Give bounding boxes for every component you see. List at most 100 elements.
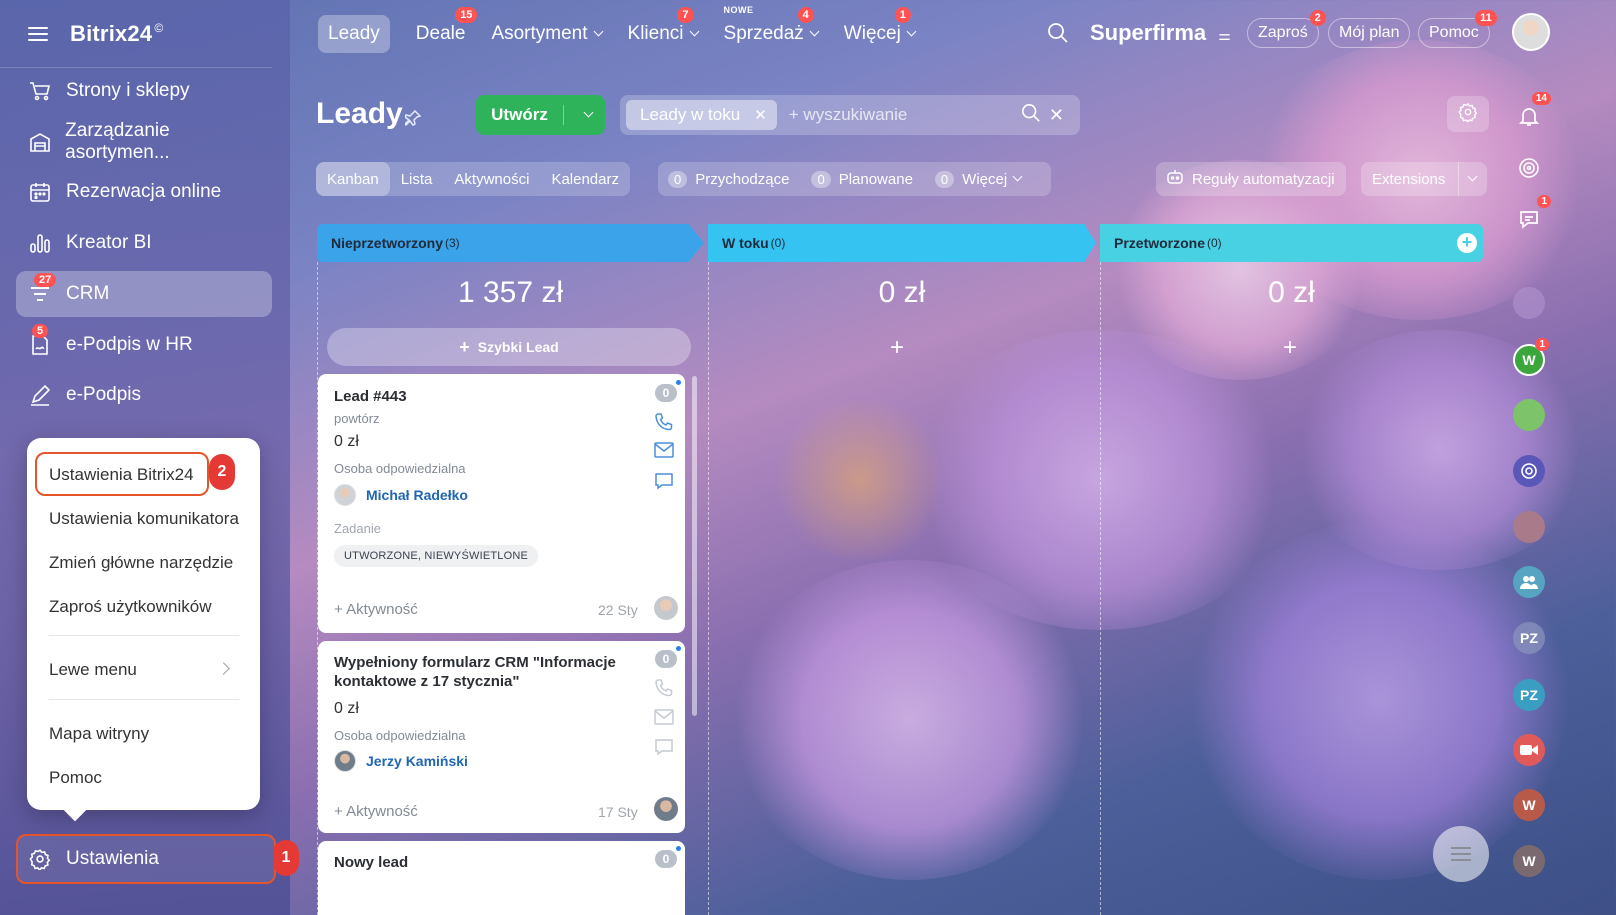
create-dropdown-toggle[interactable] xyxy=(564,107,605,118)
column-header-in-progress[interactable]: W toku (0) xyxy=(708,224,1096,262)
menu-item-site-map[interactable]: Mapa witryny xyxy=(49,724,149,744)
chat-icon[interactable] xyxy=(654,738,676,760)
sidebar-item-esign[interactable]: e-Podpis xyxy=(16,372,272,418)
nav-tab-leads[interactable]: Leady xyxy=(318,15,390,53)
search-input[interactable]: + wyszukiwanie xyxy=(789,105,1021,125)
view-tab-calendar[interactable]: Kalendarz xyxy=(540,162,630,196)
nav-tab-deals[interactable]: Deale 15 xyxy=(416,7,478,45)
chat-bubble-icon[interactable]: 1 xyxy=(1513,195,1551,235)
funnel-icon: 27 xyxy=(28,273,57,306)
my-plan-button[interactable]: Mój plan xyxy=(1328,18,1411,48)
mail-icon[interactable] xyxy=(654,442,676,464)
page-settings-button[interactable] xyxy=(1447,96,1489,132)
invite-button[interactable]: Zaproś 2 xyxy=(1247,10,1326,48)
nav-tab-clients[interactable]: Klienci 7 xyxy=(628,7,699,45)
channel-icon[interactable] xyxy=(1513,455,1545,487)
view-tab-list[interactable]: Lista xyxy=(390,162,444,196)
column-header-unprocessed[interactable]: Nieprzetworzony (3) xyxy=(317,224,704,262)
chat-badge: 1 xyxy=(1537,195,1551,208)
view-tab-kanban[interactable]: Kanban xyxy=(316,162,390,196)
search-icon[interactable] xyxy=(1047,22,1069,49)
contact-avatar[interactable]: PZ xyxy=(1513,622,1545,654)
menu-item-help[interactable]: Pomoc xyxy=(49,768,102,788)
avatar[interactable] xyxy=(654,596,678,620)
company-name[interactable]: Superfirma ⚌ xyxy=(1090,20,1231,46)
bell-icon[interactable]: 14 xyxy=(1513,92,1551,132)
add-item-plus-icon[interactable]: + xyxy=(890,334,904,362)
lead-title[interactable]: Wypełniony formularz CRM "Informacje kon… xyxy=(334,653,634,691)
sidebar-item-crm[interactable]: 27 CRM xyxy=(16,271,272,317)
lead-amount: 0 zł xyxy=(334,433,359,450)
contact-avatar[interactable]: W xyxy=(1513,789,1545,821)
remove-filter-icon[interactable]: ✕ xyxy=(754,106,767,124)
list-menu-button[interactable] xyxy=(1433,826,1489,882)
menu-item-change-main-tool[interactable]: Zmień główne narzędzie xyxy=(49,553,233,573)
column-scrollbar[interactable] xyxy=(692,376,697,716)
contact-avatar[interactable] xyxy=(1513,511,1545,543)
menu-item-left-menu[interactable]: Lewe menu xyxy=(49,660,137,680)
sidebar-item-stores[interactable]: Strony i sklepy xyxy=(16,68,272,114)
responsible-person[interactable]: Michał Radełko xyxy=(334,484,468,506)
clear-search-icon[interactable]: ✕ xyxy=(1049,105,1064,126)
pin-icon[interactable] xyxy=(403,109,422,133)
nav-tab-more[interactable]: Więcej 1 xyxy=(843,7,917,45)
menu-item-invite-users[interactable]: Zaproś użytkowników xyxy=(49,597,212,617)
group-chat-avatar[interactable] xyxy=(1513,399,1545,431)
card-date: 22 Sty xyxy=(598,602,638,618)
counter-more[interactable]: 0 Więcej xyxy=(934,170,1023,188)
column-count: (3) xyxy=(445,236,460,250)
help-button[interactable]: Pomoc 11 xyxy=(1418,10,1497,48)
crm-badge: 27 xyxy=(34,273,57,287)
group-icon[interactable] xyxy=(1513,566,1545,598)
nav-tab-sales[interactable]: NOWE Sprzedaż 4 xyxy=(724,5,820,45)
filter-search-box[interactable]: Leady w toku ✕ + wyszukiwanie ✕ xyxy=(620,95,1080,135)
add-activity-link[interactable]: + Aktywność xyxy=(334,601,418,618)
nav-tab-assortment[interactable]: Asortyment xyxy=(491,23,603,45)
settings-button[interactable]: Ustawienia xyxy=(16,834,276,884)
add-activity-link[interactable]: + Aktywność xyxy=(334,803,418,820)
lead-card[interactable]: Nowy lead 0 xyxy=(318,841,685,915)
avatar[interactable] xyxy=(654,797,678,821)
quick-lead-button[interactable]: + Szybki Lead xyxy=(327,328,691,366)
contact-avatar[interactable]: PZ xyxy=(1513,679,1545,711)
video-call-icon[interactable] xyxy=(1513,734,1545,766)
view-tab-activities[interactable]: Aktywności xyxy=(443,162,540,196)
column-header-processed[interactable]: Przetworzone (0) + xyxy=(1100,224,1483,262)
nav-tab-label: Więcej xyxy=(843,23,901,44)
counter-incoming[interactable]: 0 Przychodzące xyxy=(668,170,789,188)
hamburger-menu-icon[interactable] xyxy=(28,26,48,41)
menu-item-bitrix24-settings[interactable]: Ustawienia Bitrix24 xyxy=(49,465,194,485)
add-column-icon[interactable]: + xyxy=(1457,233,1477,253)
lead-card[interactable]: Wypełniony formularz CRM "Informacje kon… xyxy=(318,641,685,833)
contact-avatar[interactable] xyxy=(1513,287,1545,319)
person-name: Jerzy Kamiński xyxy=(366,753,468,769)
phone-icon[interactable] xyxy=(654,412,676,434)
sidebar-item-esign-hr[interactable]: 5 e-Podpis w HR xyxy=(16,322,272,368)
chevron-down-icon xyxy=(1012,171,1023,182)
lead-card[interactable]: Lead #443 powtórz 0 zł Osoba odpowiedzia… xyxy=(318,374,685,633)
responsible-person[interactable]: Jerzy Kamiński xyxy=(334,750,468,772)
sidebar-item-booking[interactable]: Rezerwacja online xyxy=(16,169,272,215)
lead-title[interactable]: Nowy lead xyxy=(334,853,408,872)
contact-avatar[interactable]: W xyxy=(1513,845,1545,877)
filter-chip[interactable]: Leady w toku ✕ xyxy=(626,100,777,130)
menu-item-messenger-settings[interactable]: Ustawienia komunikatora xyxy=(49,509,239,529)
extensions-button[interactable]: Extensions xyxy=(1361,162,1487,196)
contact-avatar[interactable]: W 1 xyxy=(1513,338,1549,376)
counter-planned[interactable]: 0 Planowane xyxy=(811,170,913,188)
logo[interactable]: Bitrix24 © xyxy=(70,21,163,47)
sidebar-item-bi[interactable]: Kreator BI xyxy=(16,220,272,266)
sidebar-item-inventory[interactable]: Zarządzanie asortymen... xyxy=(16,119,272,165)
chat-icon[interactable] xyxy=(654,472,676,494)
add-item-plus-icon[interactable]: + xyxy=(1283,334,1297,362)
phone-icon[interactable] xyxy=(654,678,676,700)
search-icon[interactable] xyxy=(1021,103,1041,128)
automation-rules-button[interactable]: Reguły automatyzacji xyxy=(1156,162,1346,196)
new-label: NOWE xyxy=(723,5,754,15)
create-button[interactable]: Utwórz xyxy=(476,95,605,135)
target-icon[interactable] xyxy=(1513,152,1545,184)
lead-title[interactable]: Lead #443 xyxy=(334,387,407,406)
mail-icon[interactable] xyxy=(654,709,676,731)
activity-counter: 0 xyxy=(655,384,677,402)
user-avatar[interactable] xyxy=(1512,13,1550,51)
